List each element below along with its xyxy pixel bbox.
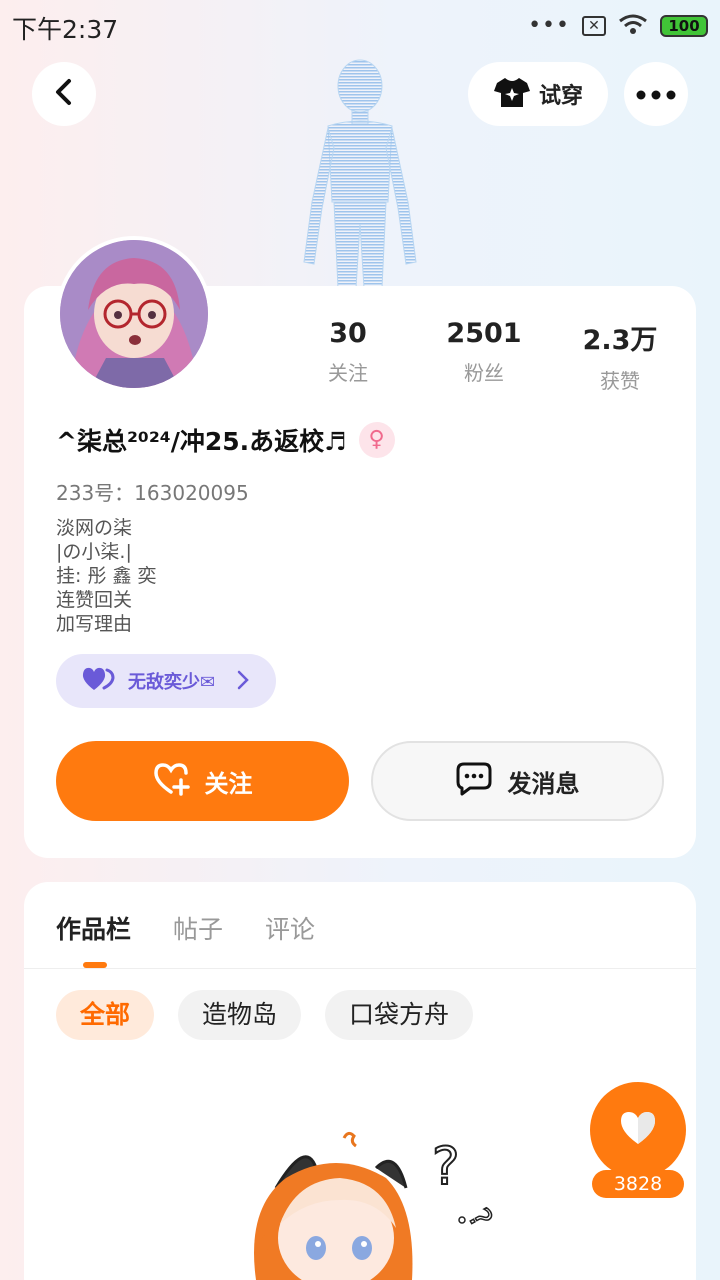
heart-icon [618, 1110, 658, 1150]
filter-creation-island[interactable]: 造物岛 [178, 990, 302, 1040]
chevron-left-icon [52, 78, 76, 110]
bio: 淡网の柒 |の小柒.| 挂: 彤 鑫 奕 连赞回关 加写理由 [56, 516, 157, 636]
try-on-label: 试穿 [538, 84, 583, 109]
battery-icon: 100 [660, 15, 708, 37]
profile-stats: 30 关注 2501 粉丝 2.3万 获赞 [280, 318, 690, 394]
nickname-row: ^柒总²⁰²⁴/冲25.あ返校♬ ♀ [56, 422, 395, 458]
guild-tag[interactable]: 无敌奕少✉ [56, 654, 276, 708]
filter-pocket-ark[interactable]: 口袋方舟 [325, 990, 474, 1040]
more-status-icon: ••• [528, 13, 570, 38]
send-message-button[interactable]: 发消息 [371, 741, 664, 821]
tab-comments[interactable]: 评论 [265, 910, 315, 946]
user-id[interactable]: 233号：163020095 [56, 477, 249, 506]
bio-line: 加写理由 [56, 613, 133, 635]
avatar[interactable] [56, 236, 212, 392]
stat-likes[interactable]: 2.3万 获赞 [552, 318, 688, 394]
following-count: 30 [329, 318, 367, 349]
avatar-3d-figure [290, 52, 430, 289]
bio-line: 淡网の柒 [56, 517, 133, 539]
female-gender-icon: ♀ [358, 422, 395, 458]
works-filters: 全部 造物岛 口袋方舟 [56, 990, 474, 1040]
more-options-button[interactable] [624, 62, 688, 126]
bio-line: |の小柒.| [56, 541, 132, 563]
more-horizontal-icon [636, 85, 676, 104]
filter-all[interactable]: 全部 [56, 990, 155, 1040]
tab-posts[interactable]: 帖子 [173, 910, 223, 946]
bio-line: 挂: 彤 鑫 奕 [56, 565, 157, 587]
works-tabs: 作品栏 帖子 评论 [32, 910, 315, 946]
notification-x-icon: ✕ [582, 16, 606, 36]
guild-name: 无敌奕少✉ [128, 672, 216, 693]
back-button[interactable] [32, 62, 96, 126]
stat-followers[interactable]: 2501 粉丝 [416, 318, 552, 394]
heart-add-icon [153, 762, 191, 800]
hearts-icon [82, 666, 116, 696]
tabs-divider [24, 968, 696, 969]
tshirt-icon [493, 76, 531, 112]
nickname: ^柒总²⁰²⁴/冲25.あ返校♬ [56, 427, 347, 456]
stat-following[interactable]: 30 关注 [280, 318, 416, 394]
empty-state-illustration: ? ? [236, 1128, 516, 1280]
svg-text:?: ? [460, 1203, 498, 1234]
followers-label: 粉丝 [464, 361, 504, 385]
status-bar: 下午2:37 ••• ✕ 100 [0, 0, 720, 52]
like-button[interactable] [590, 1082, 686, 1178]
bio-line: 连赞回关 [56, 589, 133, 611]
follow-button[interactable]: 关注 [56, 741, 349, 821]
likes-received-label: 获赞 [600, 369, 640, 393]
svg-text:?: ? [432, 1137, 460, 1197]
followers-count: 2501 [446, 318, 522, 349]
follow-label: 关注 [204, 769, 253, 798]
chat-bubble-icon [456, 762, 492, 800]
like-count: 3828 [592, 1170, 684, 1198]
send-message-label: 发消息 [507, 769, 580, 798]
status-icons: ••• ✕ 100 [528, 13, 708, 39]
likes-received-count: 2.3万 [582, 325, 658, 356]
wifi-icon [618, 13, 648, 39]
try-on-button[interactable]: 试穿 [468, 62, 608, 126]
status-time: 下午2:37 [12, 15, 119, 44]
tab-works[interactable]: 作品栏 [56, 910, 131, 946]
following-label: 关注 [328, 361, 368, 385]
chevron-right-icon [236, 668, 250, 696]
